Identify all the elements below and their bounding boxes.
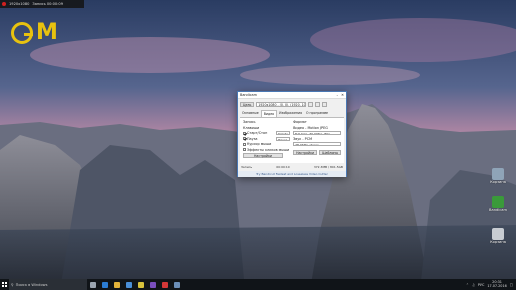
audio-codec-label: Звук - PCM — [293, 136, 313, 141]
app-button[interactable] — [171, 279, 183, 290]
edge-icon — [102, 281, 108, 288]
target-area-button[interactable]: Цель — [240, 102, 255, 107]
bandicam-shortcut-icon — [492, 196, 504, 208]
search-placeholder: Поиск в Windows — [15, 282, 48, 287]
tab-general[interactable]: Основные — [240, 110, 261, 117]
record-column: Запись Клавиши Старт/Стоп Delete Пауза П… — [243, 120, 291, 161]
pause-key[interactable]: Пауза — [276, 136, 291, 141]
trash-icon — [492, 228, 504, 240]
logo-text: M — [36, 20, 58, 45]
bandicam-taskbar-icon — [162, 281, 168, 288]
recording-status: Запись 00:00:09 — [32, 2, 63, 6]
edge-button[interactable] — [99, 279, 111, 290]
explorer-icon — [114, 281, 120, 288]
bandicam-window[interactable]: Bandicam – ✕ Цель 1920x1080 - (0, 0), (1… — [237, 91, 347, 177]
taskbar-search[interactable]: ⚲ Поиск в Windows — [9, 279, 87, 290]
cursor-row[interactable]: Курсор мыши — [243, 142, 290, 146]
tab-video[interactable]: Видео — [260, 110, 278, 117]
desktop-icon-bandicam[interactable]: Bandicam — [484, 196, 512, 212]
channel-logo: M — [11, 22, 58, 44]
click-effects-checkbox[interactable] — [243, 148, 246, 151]
tab-images[interactable]: Изображения — [277, 110, 304, 117]
store-button[interactable] — [123, 279, 135, 290]
clock-date: 17.07.2016 — [487, 283, 507, 288]
tab-about[interactable]: О программе — [304, 110, 330, 117]
store-icon — [126, 281, 132, 288]
window-title: Bandicam — [240, 93, 257, 97]
vs-button[interactable] — [147, 279, 159, 290]
start-button[interactable] — [0, 279, 9, 290]
start-stop-row[interactable]: Старт/Стоп Delete — [243, 131, 291, 135]
pause-row[interactable]: Пауза Пауза — [243, 136, 291, 141]
recycle-bin-icon — [492, 168, 504, 180]
format-settings-button[interactable]: Настройки — [293, 150, 318, 155]
resolution-field[interactable]: 1920x1080 - (0, 0), (1920, 1080) — [256, 102, 307, 107]
task-view-button[interactable] — [87, 279, 99, 290]
start-stop-checkbox[interactable] — [243, 131, 246, 135]
video-settings-panel: Запись Клавиши Старт/Стоп Delete Пауза П… — [240, 118, 344, 163]
volume-icon[interactable]: ♫ — [472, 283, 475, 287]
status-size: 372.3MB / 801.5GB — [313, 165, 343, 169]
start-stop-key[interactable]: Delete — [276, 131, 291, 135]
hotkey-label: Клавиши — [243, 125, 260, 130]
tray-arrow-icon[interactable]: ⌃ — [466, 283, 469, 287]
window-titlebar[interactable]: Bandicam – ✕ — [238, 92, 346, 99]
recording-indicator-bar: 1920x1080 Запись 00:00:09 — [0, 0, 84, 8]
taskbar: ⚲ Поиск в Windows ⌃ ♫ РУС 20:31 17.07.20… — [0, 279, 516, 290]
video-codec-label: Видео - Motion JPEG — [293, 125, 328, 130]
desktop-icon-trash[interactable]: Корзина — [484, 228, 512, 244]
tab-bar: Основные Видео Изображения О программе — [240, 110, 344, 118]
record-button[interactable] — [308, 102, 314, 107]
status-label: Запись — [241, 165, 253, 169]
bandicam-taskbar-button[interactable] — [159, 279, 171, 290]
screenshot-button[interactable] — [322, 102, 328, 107]
audio-codec-value[interactable]: 48.0KHz, stereo — [293, 142, 341, 146]
toolbar: Цель 1920x1080 - (0, 0), (1920, 1080) — [238, 99, 346, 110]
pause-checkbox[interactable] — [243, 137, 246, 140]
bandicut-promo-link[interactable]: Try Bandicut Fastest and Losseless Video… — [238, 171, 346, 177]
cursor-checkbox[interactable] — [243, 142, 246, 146]
pause-button[interactable] — [315, 102, 321, 107]
record-dot-icon — [2, 2, 6, 6]
minimize-icon[interactable]: – — [336, 93, 338, 97]
status-bar: Запись 00:00:10 372.3MB / 801.5GB — [238, 164, 346, 170]
logo-g-icon — [11, 22, 33, 44]
record-settings-button[interactable]: Настройки — [243, 153, 283, 158]
record-section-title: Запись — [243, 120, 256, 124]
close-icon[interactable]: ✕ — [341, 93, 344, 97]
format-section-title: Формат — [293, 120, 307, 124]
format-column: Формат Видео - Motion JPEG Full Size, 30… — [293, 120, 341, 161]
search-icon: ⚲ — [11, 282, 14, 287]
recording-resolution: 1920x1080 — [9, 2, 30, 6]
video-codec-value[interactable]: Full Size, 30.00fps, 80q — [293, 131, 341, 135]
clock[interactable]: 20:31 17.07.2016 — [487, 280, 507, 289]
explorer-button[interactable] — [111, 279, 123, 290]
desktop-icon-recycle[interactable]: Корзина — [484, 168, 512, 184]
chrome-icon — [138, 281, 144, 288]
language-indicator[interactable]: РУС — [478, 283, 484, 287]
windows-logo-icon — [2, 282, 7, 287]
presets-button[interactable]: Шаблоны — [319, 150, 341, 155]
vs-icon — [150, 281, 156, 288]
task-view-icon — [90, 281, 96, 288]
chrome-button[interactable] — [135, 279, 147, 290]
system-tray: ⌃ ♫ РУС 20:31 17.07.2016 □ — [466, 280, 516, 289]
notifications-icon[interactable]: □ — [510, 283, 513, 287]
status-time: 00:00:10 — [276, 165, 290, 169]
click-effects-row[interactable]: Эффекты кликов мыши — [243, 148, 290, 152]
app-icon — [174, 281, 180, 288]
